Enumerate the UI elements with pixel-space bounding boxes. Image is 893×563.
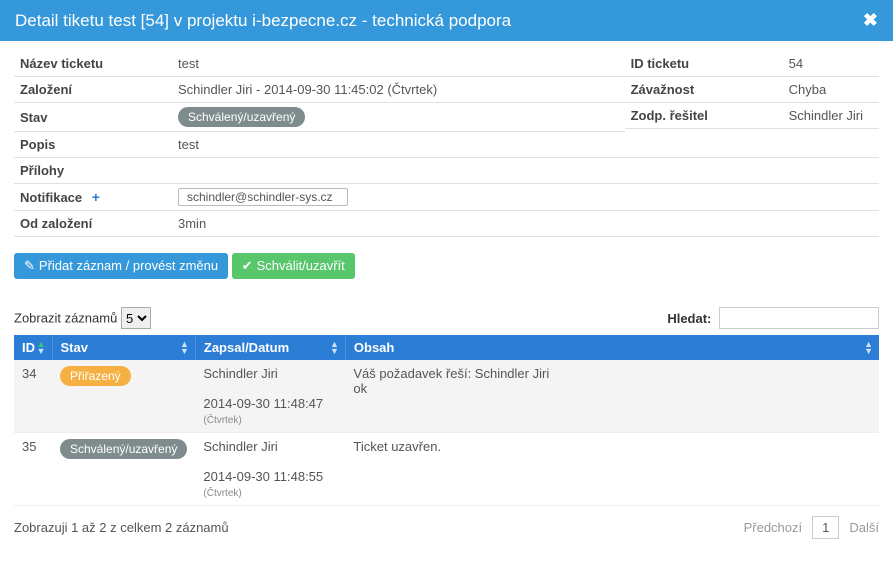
page-size-control: Zobrazit záznamů 5 — [14, 307, 151, 329]
pencil-icon: ✎ — [24, 258, 35, 274]
table-controls: Zobrazit záznamů 5 Hledat: — [14, 307, 879, 329]
table-row[interactable]: 35 Schválený/uzavřený Schindler Jiri2014-0… — [14, 433, 879, 506]
value-severity: Chyba — [789, 82, 879, 97]
check-icon: ✔ — [242, 258, 253, 274]
pager-prev[interactable]: Předchozí — [744, 520, 803, 535]
value-since: 3min — [178, 216, 879, 231]
page-size-label: Zobrazit záznamů — [14, 311, 117, 326]
value-ticket-id: 54 — [789, 56, 879, 71]
status-badge: Schválený/uzavřený — [60, 439, 187, 459]
value-assignee: Schindler Jiri — [789, 108, 879, 123]
records-table: ID ▲▼ Stav ▲▼ Zapsal/Datum ▲▼ Obsah ▲▼ — [14, 335, 879, 506]
add-notify-icon[interactable]: + — [92, 189, 100, 205]
sort-icon: ▲▼ — [37, 341, 46, 355]
col-header-id[interactable]: ID ▲▼ — [14, 335, 52, 360]
label-attachments: Přílohy — [18, 163, 178, 178]
cell-zapsal: Schindler Jiri2014-09-30 11:48:55(Čtvrte… — [195, 433, 345, 506]
label-creation: Založení — [18, 82, 178, 97]
label-severity: Závažnost — [629, 82, 789, 97]
notify-email-chip[interactable]: schindler@schindler-sys.cz — [178, 188, 348, 206]
sort-icon: ▲▼ — [180, 341, 189, 355]
modal-header: Detail tiketu test [54] v projektu i-bez… — [0, 0, 893, 41]
cell-stav: Přiřazený — [52, 360, 195, 433]
value-state: Schválený/uzavřený — [178, 107, 625, 127]
search-input[interactable] — [719, 307, 879, 329]
cell-id: 34 — [14, 360, 52, 433]
status-badge: Přiřazený — [60, 366, 131, 386]
approve-close-button[interactable]: ✔Schválit/uzavřít — [232, 253, 355, 279]
col-header-zapsal[interactable]: Zapsal/Datum ▲▼ — [195, 335, 345, 360]
table-row[interactable]: 34 Přiřazený Schindler Jiri2014-09-30 11:4… — [14, 360, 879, 433]
pager-next[interactable]: Další — [849, 520, 879, 535]
modal-title: Detail tiketu test [54] v projektu i-bez… — [15, 11, 511, 31]
col-header-obsah[interactable]: Obsah ▲▼ — [345, 335, 879, 360]
label-assignee: Zodp. řešitel — [629, 108, 789, 123]
label-since: Od založení — [18, 216, 178, 231]
value-notify: schindler@schindler-sys.cz — [178, 188, 879, 206]
cell-stav: Schválený/uzavřený — [52, 433, 195, 506]
pager-page-1[interactable]: 1 — [812, 516, 839, 539]
table-footer: Zobrazuji 1 až 2 z celkem 2 záznamů Před… — [14, 516, 879, 539]
cell-zapsal: Schindler Jiri2014-09-30 11:48:47(Čtvrte… — [195, 360, 345, 433]
close-icon[interactable]: ✖ — [863, 10, 878, 31]
search-control: Hledat: — [667, 307, 879, 329]
ticket-detail-modal: Detail tiketu test [54] v projektu i-bez… — [0, 0, 893, 553]
search-label: Hledat: — [667, 311, 711, 326]
page-size-select[interactable]: 5 — [121, 307, 151, 329]
value-description: test — [178, 137, 879, 152]
cell-obsah: Váš požadavek řeší: Schindler Jiriok — [345, 360, 879, 433]
cell-obsah: Ticket uzavřen. — [345, 433, 879, 506]
label-notify: Notifikace + — [18, 189, 178, 205]
details-grid: Název ticketu test Založení Schindler Ji… — [14, 51, 879, 132]
add-record-button[interactable]: ✎Přidat záznam / provést změnu — [14, 253, 228, 279]
pager: Předchozí 1 Další — [744, 516, 879, 539]
sort-icon: ▲▼ — [330, 341, 339, 355]
label-state: Stav — [18, 110, 178, 125]
label-ticket-id: ID ticketu — [629, 56, 789, 71]
label-description: Popis — [18, 137, 178, 152]
records-tbody: 34 Přiřazený Schindler Jiri2014-09-30 11:4… — [14, 360, 879, 506]
table-info: Zobrazuji 1 až 2 z celkem 2 záznamů — [14, 520, 229, 535]
action-buttons: ✎Přidat záznam / provést změnu ✔Schválit… — [14, 253, 879, 279]
sort-icon: ▲▼ — [864, 341, 873, 355]
cell-id: 35 — [14, 433, 52, 506]
value-ticket-name: test — [178, 56, 625, 71]
col-header-stav[interactable]: Stav ▲▼ — [52, 335, 195, 360]
value-creation: Schindler Jiri - 2014-09-30 11:45:02 (Čt… — [178, 82, 625, 97]
status-badge: Schválený/uzavřený — [178, 107, 305, 127]
label-ticket-name: Název ticketu — [18, 56, 178, 71]
modal-body: Název ticketu test Založení Schindler Ji… — [0, 41, 893, 553]
